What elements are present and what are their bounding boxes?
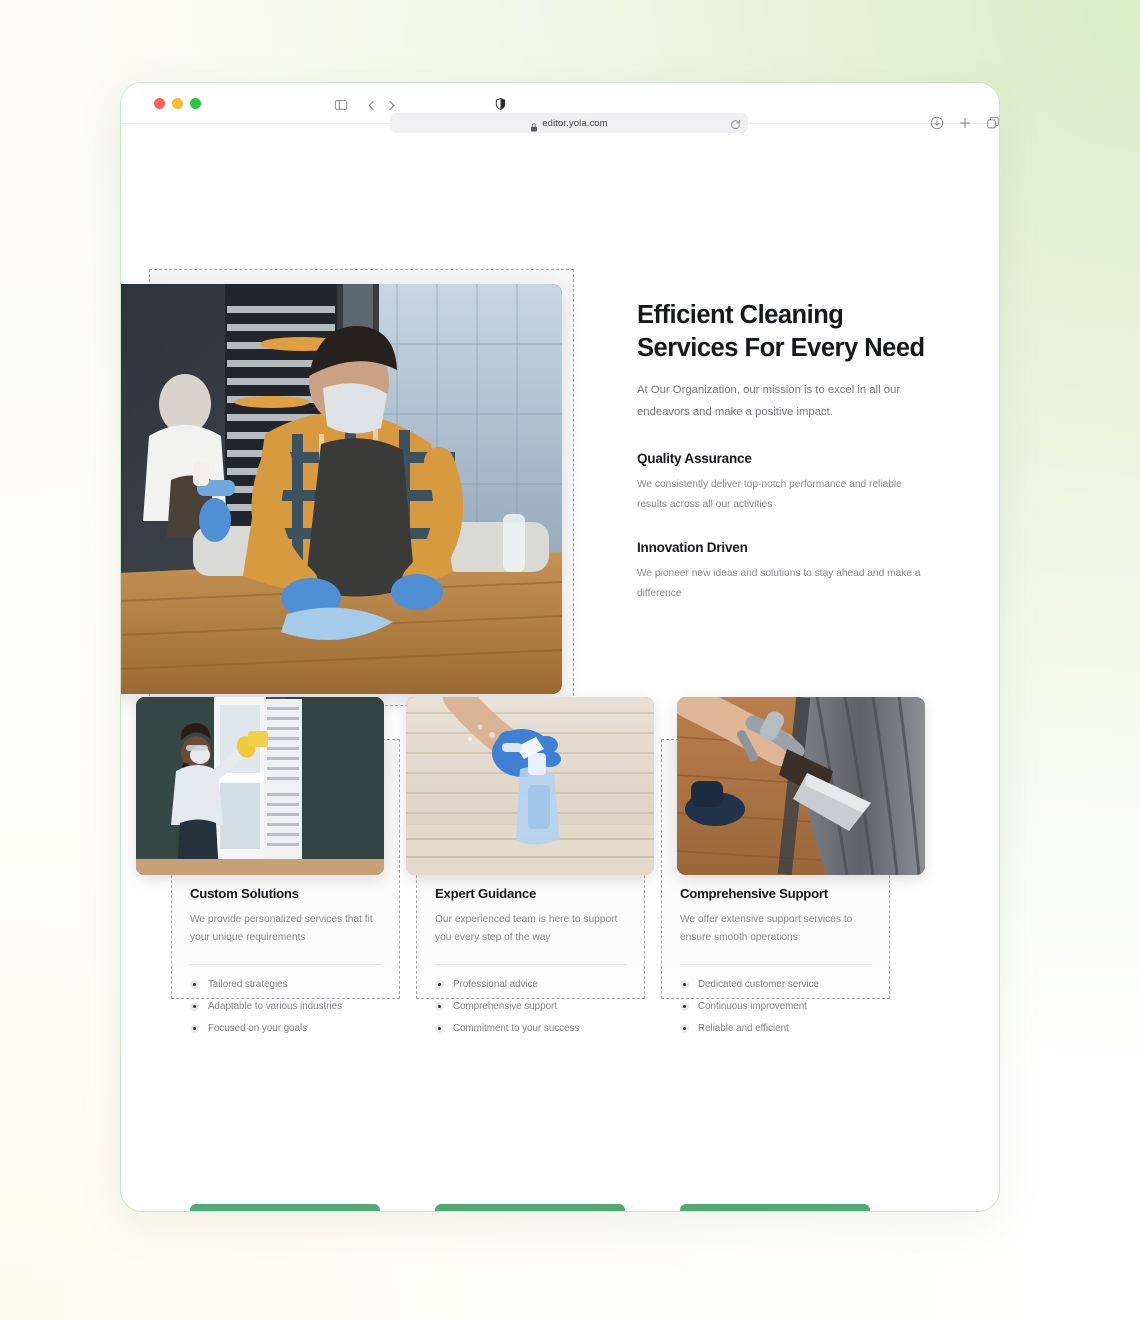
forward-arrow-icon[interactable] [383, 97, 399, 113]
hero-copy: Efficient Cleaning Services For Every Ne… [637, 299, 937, 603]
bullet-icon [190, 1024, 199, 1034]
contact-button[interactable]: Contact [680, 1204, 870, 1211]
card-feature-list: Dedicated customer service Continuous im… [680, 979, 872, 1034]
card-feature-list: Tailored strategies Adaptable to various… [190, 979, 382, 1034]
list-item[interactable]: Adaptable to various industries [190, 1001, 382, 1012]
list-item[interactable]: Reliable and efficient [680, 1023, 872, 1034]
url-text: editor.yola.com [542, 117, 608, 129]
bullet-icon [435, 1002, 444, 1012]
card-description[interactable]: We offer extensive support services to e… [680, 911, 872, 947]
page-title[interactable]: Efficient Cleaning Services For Every Ne… [637, 299, 937, 364]
service-card-comprehensive-support[interactable]: Comprehensive Support We offer extensive… [661, 697, 925, 1211]
service-card-custom-solutions[interactable]: Custom Solutions We provide personalized… [136, 697, 400, 1211]
address-bar[interactable]: editor.yola.com [390, 113, 748, 133]
card-description[interactable]: We provide personalized services that fi… [190, 911, 382, 947]
list-item[interactable]: Focused on your goals [190, 1023, 382, 1034]
back-arrow-icon[interactable] [363, 97, 379, 113]
bullet-icon [190, 1002, 199, 1012]
bullet-icon [680, 980, 689, 990]
browser-window: Efficient Cleaning Services For Every Ne… [120, 82, 1000, 1212]
lock-icon [530, 119, 538, 132]
minimize-window-button[interactable] [172, 98, 183, 109]
list-item[interactable]: Tailored strategies [190, 979, 382, 990]
list-item[interactable]: Professional advice [435, 979, 627, 990]
list-item-label: Focused on your goals [208, 1023, 308, 1035]
card-body: Custom Solutions We provide personalized… [190, 886, 382, 1045]
card-divider [190, 964, 382, 966]
bullet-icon [190, 980, 199, 990]
feature-title: Quality Assurance [637, 450, 752, 466]
card-title[interactable]: Expert Guidance [435, 886, 627, 901]
tab-overview-icon[interactable] [986, 116, 1000, 130]
toolbar-right-actions [930, 116, 1000, 130]
maximize-window-button[interactable] [190, 98, 201, 109]
list-item-label: Comprehensive support [453, 1001, 558, 1013]
card-feature-list: Professional advice Comprehensive suppor… [435, 979, 627, 1034]
close-window-button[interactable] [154, 98, 165, 109]
privacy-shield-icon[interactable] [492, 96, 508, 112]
website-viewport: Efficient Cleaning Services For Every Ne… [121, 124, 999, 1211]
list-item[interactable]: Commitment to your success [435, 1023, 627, 1034]
hero-image[interactable] [121, 284, 562, 694]
feature-block-innovation-driven[interactable]: Innovation Driven We pioneer new ideas a… [637, 540, 937, 604]
card-image[interactable] [406, 697, 654, 875]
hero-subtitle[interactable]: At Our Organization, our mission is to e… [637, 380, 919, 424]
feature-block-quality-assurance[interactable]: Quality Assurance We consistently delive… [637, 451, 937, 515]
window-controls[interactable] [154, 98, 201, 109]
plus-icon[interactable] [958, 116, 972, 130]
list-item-label: Professional advice [453, 979, 538, 991]
sidebar-toggle-icon[interactable] [333, 97, 349, 113]
bullet-icon [680, 1002, 689, 1012]
list-item[interactable]: Comprehensive support [435, 1001, 627, 1012]
card-image[interactable] [677, 697, 925, 875]
card-body: Expert Guidance Our experienced team is … [435, 886, 627, 1045]
card-description[interactable]: Our experienced team is here to support … [435, 911, 627, 947]
service-cards-row: Custom Solutions We provide personalized… [136, 697, 951, 1211]
list-item[interactable]: Dedicated customer service [680, 979, 872, 990]
card-title[interactable]: Custom Solutions [190, 886, 382, 901]
card-divider [435, 964, 627, 966]
bullet-icon [435, 980, 444, 990]
service-card-expert-guidance[interactable]: Expert Guidance Our experienced team is … [406, 697, 654, 1211]
card-divider [680, 964, 872, 966]
list-item-label: Adaptable to various industries [208, 1001, 342, 1013]
card-body: Comprehensive Support We offer extensive… [680, 886, 872, 1045]
list-item-label: Dedicated customer service [698, 979, 819, 991]
card-image[interactable] [136, 697, 384, 875]
download-icon[interactable] [930, 116, 944, 130]
list-item-label: Tailored strategies [208, 979, 288, 991]
reload-icon[interactable] [730, 117, 741, 129]
bullet-icon [680, 1024, 689, 1034]
bullet-icon [435, 1024, 444, 1034]
feature-body: We consistently deliver top-notch perfor… [637, 478, 902, 510]
contact-button[interactable]: Contact [190, 1204, 380, 1211]
contact-button[interactable]: Contact [435, 1204, 625, 1211]
feature-body: We pioneer new ideas and solutions to st… [637, 567, 921, 599]
list-item-label: Reliable and efficient [698, 1023, 789, 1035]
list-item-label: Continuous improvement [698, 1001, 807, 1013]
card-title[interactable]: Comprehensive Support [680, 886, 872, 901]
feature-title: Innovation Driven [637, 539, 748, 555]
list-item[interactable]: Continuous improvement [680, 1001, 872, 1012]
list-item-label: Commitment to your success [453, 1023, 580, 1035]
